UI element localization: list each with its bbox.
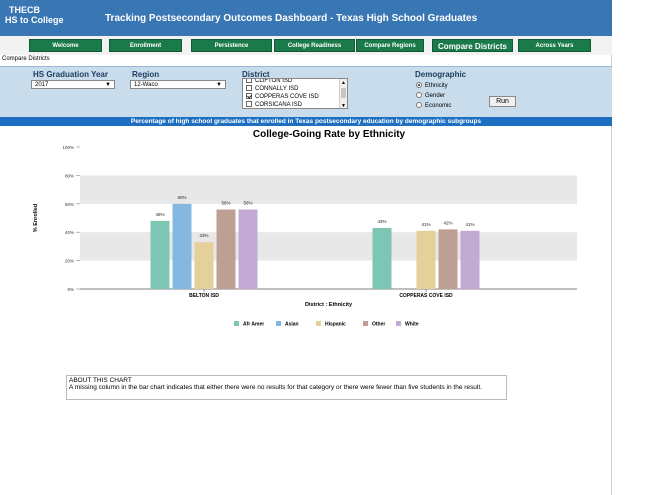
scroll-up-icon[interactable]: ▲ xyxy=(341,80,346,86)
radio-icon[interactable] xyxy=(416,92,422,98)
y-tick-label: 0% xyxy=(67,287,74,292)
chevron-down-icon: ▼ xyxy=(105,82,111,88)
chart-title: College-Going Rate by Ethnicity xyxy=(252,129,406,140)
region-label: Region xyxy=(132,70,160,79)
region-value: 12-Waco xyxy=(134,82,158,88)
nav-persistence-button[interactable]: Persistence xyxy=(191,39,272,52)
bar xyxy=(416,230,436,289)
legend-label: Other xyxy=(372,322,385,328)
region-select[interactable]: 12-Waco ▼ xyxy=(130,80,226,89)
bar xyxy=(372,227,392,289)
legend-swatch xyxy=(276,321,281,326)
year-value: 2017 xyxy=(35,82,49,88)
y-tick-label: 40% xyxy=(65,230,74,235)
run-button[interactable]: Run xyxy=(489,96,516,107)
bar xyxy=(172,203,192,289)
about-chart-box: ABOUT THIS CHART A missing column in the… xyxy=(66,375,507,400)
chart-description-banner: Percentage of high school graduates that… xyxy=(0,117,612,126)
college-going-chart: 0% 20% 40% 60% 80% 100% % Enrolled 48% 60% 33% 56%… xyxy=(33,145,577,328)
bar xyxy=(216,209,236,289)
district-option-label: CONNALLY ISD xyxy=(255,86,299,92)
x-axis-title: District : Ethnicity xyxy=(305,302,353,308)
radio-selected-icon[interactable] xyxy=(416,82,422,88)
bar xyxy=(150,220,170,289)
legend-swatch xyxy=(396,321,401,326)
about-heading: ABOUT THIS CHART xyxy=(69,377,132,384)
legend-label: White xyxy=(405,322,419,328)
breadcrumb: Compare Districts xyxy=(2,56,50,62)
nav-college-readiness-button[interactable]: College Readiness xyxy=(274,39,355,52)
data-label: 56% xyxy=(243,200,252,205)
nav-enrollment-button[interactable]: Enrollment xyxy=(109,39,182,52)
data-label: 42% xyxy=(443,220,452,225)
district-option-clifton[interactable]: CLIFTON ISD xyxy=(243,78,347,85)
nav-compare-regions-button[interactable]: Compare Regions xyxy=(356,39,424,52)
district-option-label: CORSICANA ISD xyxy=(255,102,303,108)
checked-checkbox-icon[interactable] xyxy=(246,93,252,99)
legend-swatch xyxy=(234,321,239,326)
bar xyxy=(194,242,214,289)
filter-panel: HS Graduation Year 2017 ▼ Region 12-Waco… xyxy=(0,66,612,117)
checkbox-icon[interactable] xyxy=(246,79,252,83)
header-bar: THECB HS to College Tracking Postseconda… xyxy=(0,0,612,36)
y-tick-label: 100% xyxy=(62,145,74,150)
nav-across-years-button[interactable]: Across Years xyxy=(518,39,591,52)
logo-line2: HS to College xyxy=(5,15,64,25)
x-tick-label: COPPERAS COVE ISD xyxy=(399,293,453,299)
nav-welcome-button[interactable]: Welcome xyxy=(29,39,102,52)
district-option-connally[interactable]: CONNALLY ISD xyxy=(243,85,347,93)
district-option-copperas-cove[interactable]: COPPERAS COVE ISD xyxy=(243,93,347,101)
district-listbox[interactable]: CLIFTON ISD CONNALLY ISD COPPERAS COVE I… xyxy=(242,78,348,109)
demographic-option-label: Ethnicity xyxy=(425,83,448,89)
demographic-option-gender[interactable]: Gender xyxy=(416,92,445,99)
y-tick-label: 60% xyxy=(65,202,74,207)
district-option-label: COPPERAS COVE ISD xyxy=(255,94,319,100)
demographic-option-economic[interactable]: Economic xyxy=(416,102,451,109)
checkbox-icon[interactable] xyxy=(246,101,252,107)
bar xyxy=(460,230,480,289)
data-label: 43% xyxy=(377,219,386,224)
scrollbar-thumb[interactable] xyxy=(341,88,346,98)
data-label: 33% xyxy=(199,233,208,238)
district-option-corsicana[interactable]: CORSICANA ISD xyxy=(243,101,347,108)
legend-label: Asian xyxy=(285,322,299,328)
y-tick-label: 80% xyxy=(65,173,74,178)
demographic-label: Demographic xyxy=(415,70,467,79)
demographic-option-label: Economic xyxy=(425,103,452,109)
district-scrollbar[interactable]: ▲ ▼ xyxy=(339,79,347,108)
district-option-label: CLIFTON ISD xyxy=(255,78,293,84)
bar xyxy=(438,229,458,289)
y-tick-label: 20% xyxy=(65,259,74,264)
nav-bar: Welcome Enrollment Persistence College R… xyxy=(0,36,612,55)
x-tick-label: BELTON ISD xyxy=(189,293,219,299)
thecb-logo[interactable]: THECB HS to College xyxy=(5,5,64,25)
year-label: HS Graduation Year xyxy=(33,70,108,79)
chevron-down-icon: ▼ xyxy=(216,82,222,88)
data-label: 41% xyxy=(421,222,430,227)
demographic-option-label: Gender xyxy=(425,93,446,99)
nav-compare-districts-button[interactable]: Compare Districts xyxy=(432,39,513,52)
year-select[interactable]: 2017 ▼ xyxy=(31,80,115,89)
data-label: 60% xyxy=(177,195,186,200)
y-axis-title: % Enrolled xyxy=(33,204,39,232)
data-label: 48% xyxy=(155,212,164,217)
logo-line1: THECB xyxy=(9,5,40,15)
page-title: Tracking Postsecondary Outcomes Dashboar… xyxy=(105,13,478,24)
about-text: A missing column in the bar chart indica… xyxy=(69,384,482,391)
legend-label: Hispanic xyxy=(325,322,346,328)
legend-swatch xyxy=(316,321,321,326)
data-label: 56% xyxy=(221,200,230,205)
grid-band xyxy=(80,175,577,204)
bar xyxy=(238,209,258,289)
legend-label: Afr Amer xyxy=(243,322,264,328)
legend-swatch xyxy=(363,321,368,326)
data-label: 41% xyxy=(465,222,474,227)
demographic-option-ethnicity[interactable]: Ethnicity xyxy=(416,82,448,89)
checkbox-icon[interactable] xyxy=(246,85,252,91)
radio-icon[interactable] xyxy=(416,102,422,108)
